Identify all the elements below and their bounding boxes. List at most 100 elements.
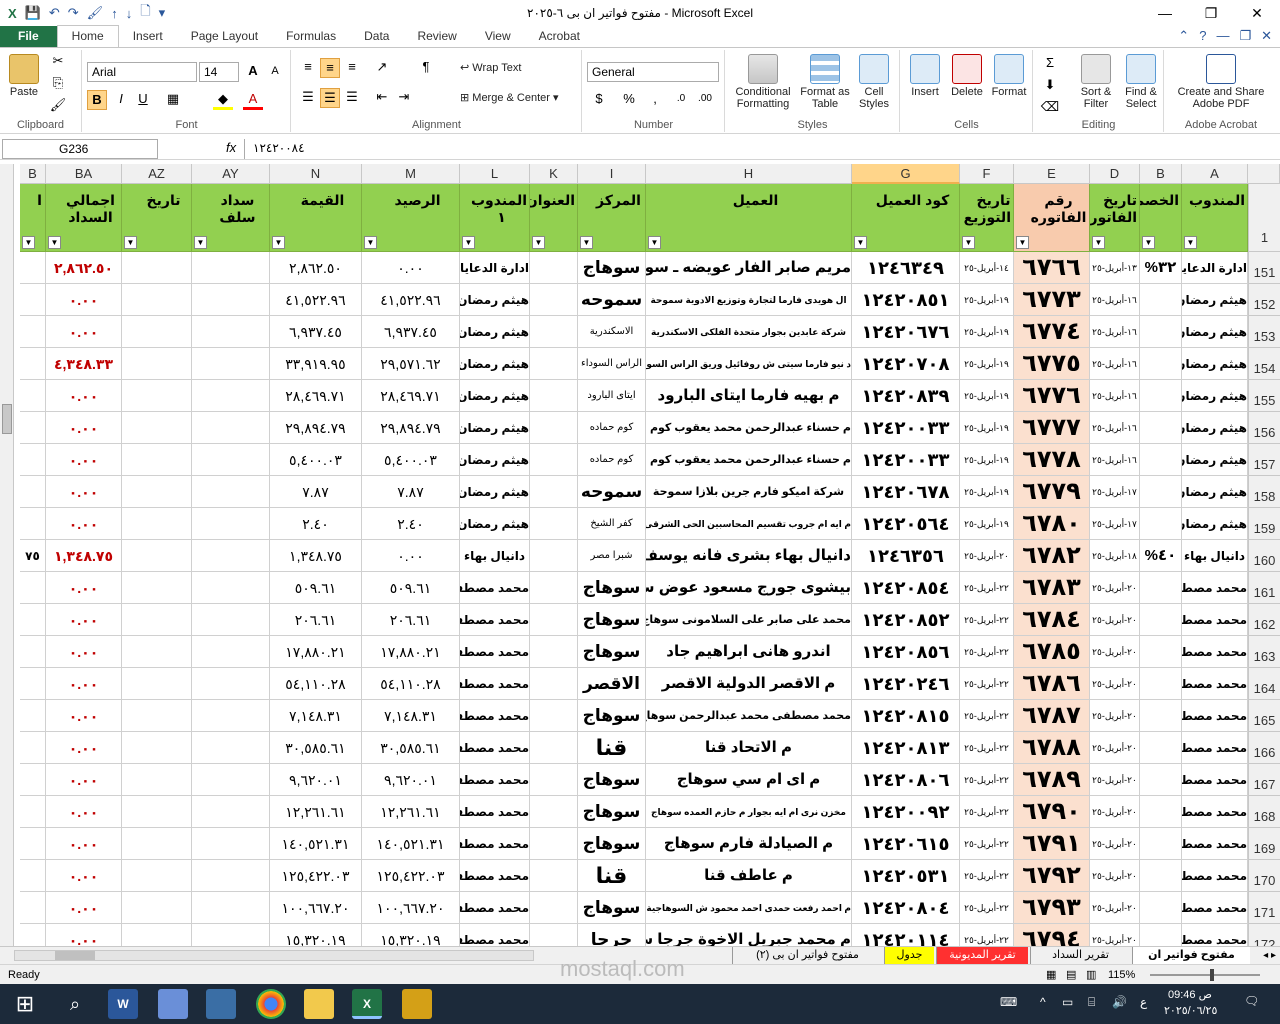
table-cell[interactable]: بيشوى جورج مسعود عوض سوهاج bbox=[646, 572, 852, 604]
table-cell[interactable]: ٦٧٨٨ bbox=[1014, 732, 1090, 764]
table-cell[interactable]: ٤,٣٤٨.٣٣ bbox=[46, 348, 122, 380]
table-cell[interactable]: ١٢٤٢٠٠٩٢ bbox=[852, 796, 960, 828]
table-cell[interactable]: الاسكندرية bbox=[578, 316, 646, 348]
table-cell[interactable]: ٢٨,٤٦٩.٧١ bbox=[270, 380, 362, 412]
table-cell[interactable]: ١٧-أبريل-٢٥ bbox=[1090, 476, 1140, 508]
table-cell[interactable]: محمد مصطفى bbox=[1182, 892, 1248, 924]
calculator-icon[interactable] bbox=[206, 989, 236, 1019]
table-cell[interactable]: مخزن نرى ام ايه بجوار م حازم العمده سوها… bbox=[646, 796, 852, 828]
table-cell[interactable]: محمد مصطفى bbox=[460, 668, 530, 700]
shrink-font-icon[interactable]: A bbox=[265, 62, 285, 82]
table-cell[interactable] bbox=[1140, 412, 1182, 444]
table-cell[interactable]: هيثم رمضان bbox=[1182, 412, 1248, 444]
table-cell[interactable]: ١٢٤٢٠٨٥٦ bbox=[852, 636, 960, 668]
table-cell[interactable] bbox=[530, 764, 578, 796]
table-cell[interactable]: ٦٧٩٣ bbox=[1014, 892, 1090, 924]
table-cell[interactable]: ١٢٥,٤٢٢.٠٣ bbox=[362, 860, 460, 892]
sheet-tab[interactable]: مفتوح فواتير ان بى bbox=[1132, 947, 1250, 978]
column-header[interactable]: D bbox=[1090, 164, 1140, 184]
row-header[interactable]: 168 bbox=[1248, 796, 1280, 828]
table-header-cell[interactable]: تاريخ التوزيع ▼ bbox=[960, 184, 1014, 252]
font-name-box[interactable]: Arial bbox=[87, 62, 197, 82]
row-header[interactable]: 157 bbox=[1248, 444, 1280, 476]
tray-up-icon[interactable]: ^ bbox=[1040, 995, 1046, 1009]
table-cell[interactable]: ١٩-أبريل-٢٥ bbox=[960, 316, 1014, 348]
filter-dropdown-icon[interactable]: ▼ bbox=[1092, 236, 1105, 249]
fill-color-icon[interactable]: ◆ bbox=[213, 90, 233, 110]
table-cell[interactable]: ٧,١٤٨.٣١ bbox=[270, 700, 362, 732]
table-cell[interactable] bbox=[20, 348, 46, 380]
table-cell[interactable]: ٢٢-أبريل-٢٥ bbox=[960, 604, 1014, 636]
table-cell[interactable]: محمد مصطفى bbox=[1182, 796, 1248, 828]
table-cell[interactable]: سوهاج bbox=[578, 796, 646, 828]
table-cell[interactable]: ١٤٠,٥٢١.٣١ bbox=[270, 828, 362, 860]
table-cell[interactable] bbox=[122, 764, 192, 796]
column-header[interactable]: N bbox=[270, 164, 362, 184]
table-cell[interactable] bbox=[192, 572, 270, 604]
table-cell[interactable]: ٦٧٨٣ bbox=[1014, 572, 1090, 604]
table-cell[interactable]: الراس السوداء bbox=[578, 348, 646, 380]
table-cell[interactable]: ١٦-أبريل-٢٥ bbox=[1090, 380, 1140, 412]
table-cell[interactable] bbox=[1140, 636, 1182, 668]
table-cell[interactable]: كوم حماده bbox=[578, 444, 646, 476]
table-cell[interactable]: ٤٠% bbox=[1140, 540, 1182, 572]
table-cell[interactable]: ٠.٠٠ bbox=[46, 284, 122, 316]
windows-start-icon[interactable]: ⊞ bbox=[10, 989, 40, 1019]
table-cell[interactable]: ٥٠٩.٦١ bbox=[270, 572, 362, 604]
underline-icon[interactable]: U bbox=[133, 90, 153, 110]
table-cell[interactable] bbox=[530, 732, 578, 764]
format-as-table-button[interactable]: Format as Table bbox=[800, 54, 850, 110]
table-cell[interactable]: ٢٨,٤٦٩.٧١ bbox=[362, 380, 460, 412]
table-cell[interactable] bbox=[530, 572, 578, 604]
ribbon-collapse-icon[interactable]: ⌃ bbox=[1178, 28, 1189, 44]
row-header[interactable]: 151 bbox=[1248, 252, 1280, 284]
table-cell[interactable] bbox=[192, 796, 270, 828]
row-header[interactable]: 164 bbox=[1248, 668, 1280, 700]
table-cell[interactable] bbox=[530, 476, 578, 508]
table-cell[interactable] bbox=[20, 284, 46, 316]
worksheet-grid[interactable]: ABDEFGHIKLMNAYAZBABالمندوب▼الخصم▼تاريخ ا… bbox=[0, 164, 1280, 946]
table-cell[interactable]: هيثم رمضان bbox=[460, 412, 530, 444]
table-cell[interactable] bbox=[122, 828, 192, 860]
table-header-cell[interactable]: المندوب ▼ bbox=[1182, 184, 1248, 252]
table-cell[interactable]: ٣٣,٩١٩.٩٥ bbox=[270, 348, 362, 380]
table-cell[interactable] bbox=[1140, 380, 1182, 412]
table-cell[interactable]: ٢٢-أبريل-٢٥ bbox=[960, 700, 1014, 732]
zoom-slider-thumb[interactable] bbox=[1210, 969, 1214, 981]
search-icon[interactable]: ⌕ bbox=[60, 989, 90, 1019]
cell-styles-button[interactable]: Cell Styles bbox=[852, 54, 896, 110]
table-cell[interactable] bbox=[530, 508, 578, 540]
table-cell[interactable] bbox=[20, 860, 46, 892]
table-cell[interactable] bbox=[192, 444, 270, 476]
table-cell[interactable] bbox=[122, 284, 192, 316]
table-cell[interactable]: ٠.٠٠ bbox=[46, 700, 122, 732]
table-cell[interactable] bbox=[122, 860, 192, 892]
filter-dropdown-icon[interactable]: ▼ bbox=[1184, 236, 1197, 249]
find-select-button[interactable]: Find & Select bbox=[1120, 54, 1162, 110]
table-cell[interactable]: ٢٠-أبريل-٢٥ bbox=[1090, 636, 1140, 668]
table-header-cell[interactable]: الرصيد ▼ bbox=[362, 184, 460, 252]
table-cell[interactable]: ٧٥ bbox=[20, 540, 46, 572]
row-header[interactable]: 165 bbox=[1248, 700, 1280, 732]
table-cell[interactable]: ١٥,٣٢٠.١٩ bbox=[362, 924, 460, 946]
table-cell[interactable]: ٢٠-أبريل-٢٥ bbox=[1090, 796, 1140, 828]
table-cell[interactable]: محمد مصطفى محمد عبدالرحمن سوهاج bbox=[646, 700, 852, 732]
name-box[interactable]: G236 bbox=[2, 139, 158, 159]
table-cell[interactable] bbox=[20, 508, 46, 540]
table-cell[interactable] bbox=[192, 700, 270, 732]
table-cell[interactable]: ١٢٤٢٠٠٣٣ bbox=[852, 412, 960, 444]
table-cell[interactable]: ٢٢-أبريل-٢٥ bbox=[960, 892, 1014, 924]
table-cell[interactable]: اندرو هانى ابراهيم جاد bbox=[646, 636, 852, 668]
language-indicator[interactable]: ع bbox=[1140, 995, 1147, 1009]
fx-icon[interactable]: fx bbox=[226, 140, 236, 155]
insert-cells-button[interactable]: Insert bbox=[905, 54, 945, 98]
table-cell[interactable] bbox=[122, 700, 192, 732]
table-cell[interactable] bbox=[122, 380, 192, 412]
table-cell[interactable]: دانيال بهاء بشرى فانه يوسف bbox=[646, 540, 852, 572]
row-header[interactable]: 158 bbox=[1248, 476, 1280, 508]
table-cell[interactable]: ١٢٤٦٣٤٩ bbox=[852, 252, 960, 284]
table-cell[interactable]: م بهيه فارما ايتاى البارود bbox=[646, 380, 852, 412]
currency-icon[interactable]: $ bbox=[589, 90, 609, 110]
table-cell[interactable] bbox=[530, 924, 578, 946]
table-cell[interactable]: ٢٢-أبريل-٢٥ bbox=[960, 796, 1014, 828]
